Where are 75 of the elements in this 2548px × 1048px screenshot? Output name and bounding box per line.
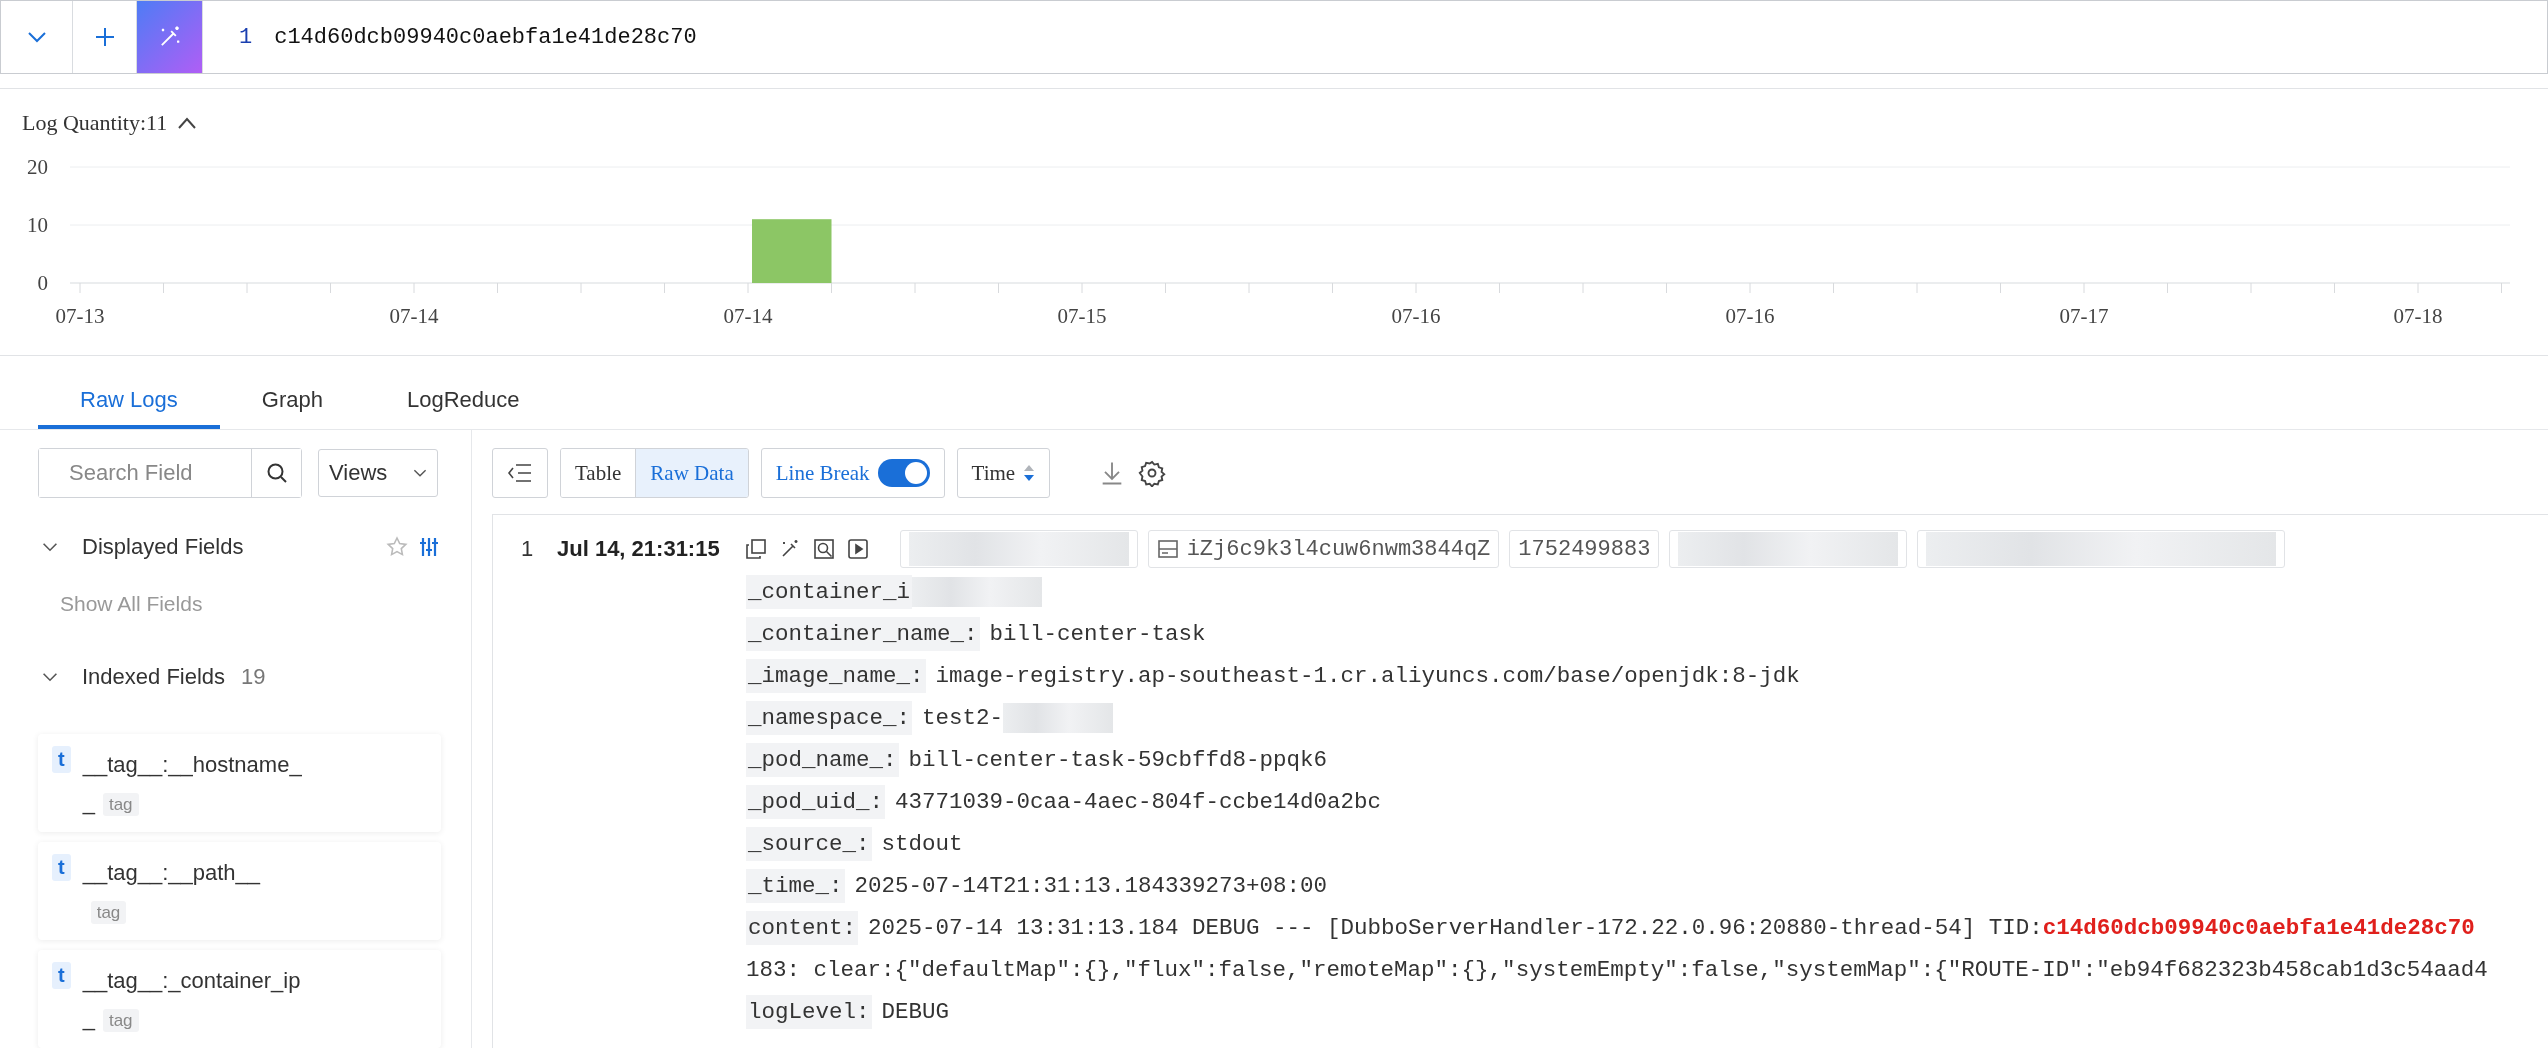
type-badge: t <box>52 961 71 989</box>
tag-label: tag <box>90 900 127 924</box>
log-field-key: _source_: <box>746 827 872 861</box>
log-field-value: 2025-07-14T21:31:13.184339273+08:00 <box>854 872 1328 901</box>
play-icon[interactable] <box>845 537 870 561</box>
search-document-icon[interactable] <box>811 537 836 561</box>
log-field-value: 183: clear:{"defaultMap":{},"flux":false,"remoteMap":{},"systemEmpty":false,"systemMap":{"ROUTE-ID":"eb94f682323b458cab1d3c54aad4 <box>746 956 2488 985</box>
type-badge: t <box>52 853 71 881</box>
type-badge: t <box>52 745 71 773</box>
x-axis-label: 07-14 <box>389 304 439 328</box>
field-count: 19 <box>241 663 266 690</box>
magic-wand-button[interactable] <box>137 1 203 73</box>
x-axis-label: 07-16 <box>1725 304 1775 328</box>
field-card[interactable]: t __tag__:_container_ip_ tag <box>38 949 441 1048</box>
x-axis-label: 07-15 <box>1057 304 1107 328</box>
tab[interactable]: Graph <box>219 374 365 429</box>
log-index: 1 <box>521 536 535 562</box>
log-field-key: _image_name_: <box>746 659 926 693</box>
copy-icon[interactable] <box>743 537 768 561</box>
x-axis-label: 07-14 <box>723 304 773 328</box>
log-field-value: DEBUG <box>881 998 950 1027</box>
search-field[interactable]: Search Field <box>38 448 302 498</box>
section-title: Indexed Fields <box>82 663 226 690</box>
search-icon <box>264 461 289 485</box>
settings-icon[interactable] <box>1138 459 1167 487</box>
views-dropdown[interactable]: Views <box>318 449 438 497</box>
query-text[interactable]: c14d60dcb09940c0aebfa1e41de28c70 <box>274 24 697 50</box>
log-field-value: bill-center-task <box>989 620 1206 649</box>
x-axis-label: 07-13 <box>55 304 105 328</box>
log-field-value: 43771039-0caa-4aec-804f-ccbe14d0a2bc <box>895 788 1382 817</box>
log-field-value: stdout <box>881 830 963 859</box>
view-mode-tab[interactable]: Raw Data <box>635 449 748 497</box>
section-title: Displayed Fields <box>82 533 244 560</box>
time-sort-button[interactable]: Time <box>956 448 1051 498</box>
x-axis-label: 07-17 <box>2059 304 2109 328</box>
log-field-key: logLevel: <box>746 995 872 1029</box>
log-time: Jul 14, 21:31:15 <box>557 536 720 562</box>
server-icon <box>1156 538 1179 560</box>
log-quantity-label: Log Quantity:11 <box>22 110 168 136</box>
tag-label: tag <box>102 1008 139 1032</box>
x-axis-label: 07-18 <box>2393 304 2443 328</box>
log-field-value: image-registry.ap-southeast-1.cr.aliyuncs.com/base/openjdk:8-jdk <box>935 662 1800 691</box>
field-name: __tag__:_container_ip_ tag <box>82 966 302 1034</box>
x-axis-label: 07-16 <box>1391 304 1441 328</box>
tab[interactable]: LogReduce <box>365 374 562 429</box>
indent-icon <box>507 462 533 484</box>
log-field-key: _pod_name_: <box>746 743 899 777</box>
log-field-key: _time_: <box>746 869 845 903</box>
host-text: iZj6c9k3l4cuw6nwm3844qZ <box>1186 536 1491 562</box>
field-name: __tag__:__path__ tag <box>82 858 262 926</box>
y-axis-label: 10 <box>27 213 48 237</box>
star-icon[interactable] <box>385 534 409 559</box>
toggle-switch[interactable] <box>877 459 930 487</box>
timestamp-chip: 1752499883 <box>1509 530 1660 568</box>
log-field-value: bill-center-task-59cbffd8-ppqk6 <box>908 746 1328 775</box>
tag-label: tag <box>102 792 139 816</box>
log-field-value: test2- <box>922 704 1004 733</box>
log-field-key: content: <box>746 911 859 945</box>
field-name: __tag__:__hostname__ tag <box>82 750 303 818</box>
log-field-key: _namespace_: <box>746 701 913 735</box>
search-button[interactable] <box>251 449 301 497</box>
field-card[interactable]: t __tag__:__hostname__ tag <box>38 733 441 832</box>
log-field-value: 2025-07-14 13:31:13.184 DEBUG --- [DubboServerHandler-172.22.0.96:20880-thread-54] TID:c14d60dcb09940c0aebfa1e41de28c70 <box>868 914 2475 943</box>
line-break-toggle[interactable]: Line Break <box>760 448 945 498</box>
collapse-chart-icon[interactable] <box>177 116 198 130</box>
chevron-down-icon <box>26 30 47 44</box>
y-axis-label: 0 <box>37 271 48 295</box>
field-card[interactable]: t __tag__:__path__ tag <box>38 841 441 940</box>
log-field-key: _container_name_: <box>746 617 980 651</box>
line-number: 1 <box>239 24 253 50</box>
log-field-key: _container_i <box>746 575 913 609</box>
tab[interactable]: Raw Logs <box>38 374 220 429</box>
collapse-sidebar-button[interactable] <box>492 448 548 498</box>
log-field-key: _pod_uid_: <box>746 785 886 819</box>
y-axis-label: 20 <box>27 155 48 179</box>
